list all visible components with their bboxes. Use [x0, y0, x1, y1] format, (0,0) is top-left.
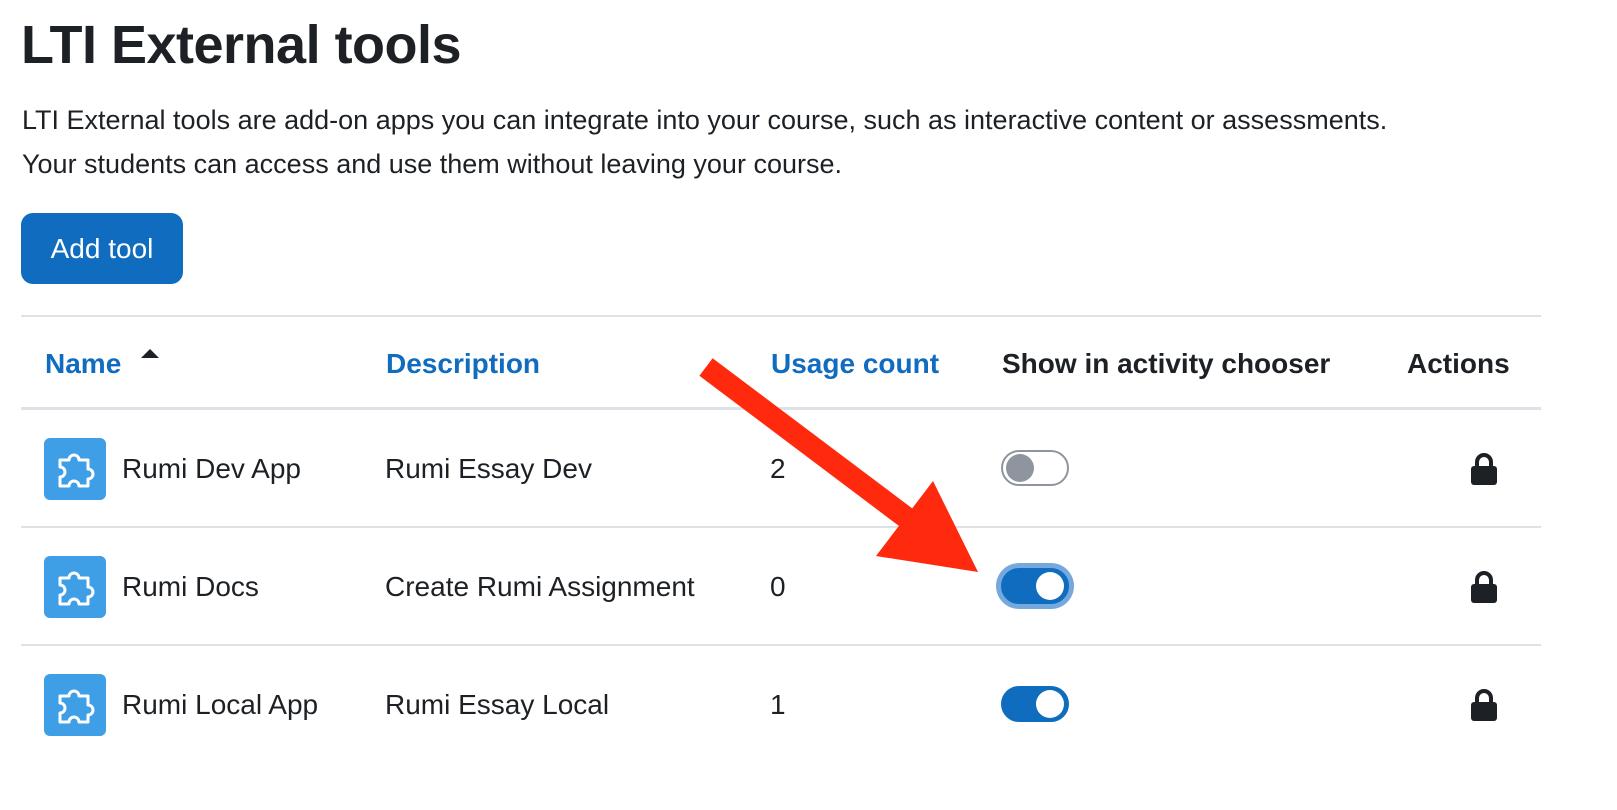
description-line-2: Your students can access and use them wi…	[22, 149, 842, 179]
puzzle-icon-glyph	[58, 571, 95, 606]
tool-name: Rumi Docs	[122, 571, 259, 602]
lti-external-tools-page: LTI External tools LTI External tools ar…	[0, 0, 1617, 810]
toggle-knob	[1006, 454, 1034, 482]
puzzle-icon	[44, 438, 106, 500]
page-description: LTI External tools are add-on apps you c…	[22, 98, 1387, 186]
tool-usage-count: 0	[770, 571, 786, 602]
show-in-chooser-toggle[interactable]	[1001, 686, 1069, 722]
description-line-1: LTI External tools are add-on apps you c…	[22, 105, 1388, 135]
lock-icon	[1469, 452, 1499, 491]
show-in-chooser-toggle[interactable]	[1001, 568, 1069, 604]
tool-usage-count: 2	[770, 453, 786, 484]
lock-icon	[1469, 570, 1499, 609]
header-actions: Actions	[1407, 348, 1510, 379]
header-name-sort-link[interactable]: Name	[45, 348, 121, 380]
puzzle-icon	[44, 556, 106, 618]
add-tool-button[interactable]: Add tool	[21, 213, 183, 284]
header-show-in-activity-chooser: Show in activity chooser	[1002, 348, 1331, 379]
lock-icon	[1469, 688, 1499, 727]
toggle-knob	[1036, 572, 1064, 600]
table-row: Rumi Docs Create Rumi Assignment 0	[21, 528, 1541, 646]
tool-usage-count: 1	[770, 689, 786, 720]
tool-description: Create Rumi Assignment	[385, 571, 695, 602]
header-description-sort-link[interactable]: Description	[386, 348, 540, 380]
table-row: Rumi Local App Rumi Essay Local 1	[21, 646, 1541, 764]
puzzle-icon	[44, 674, 106, 736]
sort-ascending-icon	[141, 349, 159, 358]
show-in-chooser-toggle[interactable]	[1001, 450, 1069, 486]
toggle-knob	[1036, 690, 1064, 718]
header-usage-count-sort-link[interactable]: Usage count	[771, 348, 939, 380]
puzzle-icon-glyph	[58, 689, 95, 724]
tool-description: Rumi Essay Local	[385, 689, 610, 720]
puzzle-icon-glyph	[58, 453, 95, 488]
table-row: Rumi Dev App Rumi Essay Dev 2	[21, 410, 1541, 528]
tool-name: Rumi Local App	[122, 689, 319, 720]
tool-name: Rumi Dev App	[122, 453, 301, 484]
table-header-row: Name Description Usage count Show in act…	[21, 315, 1541, 410]
page-title: LTI External tools	[21, 15, 462, 75]
tool-description: Rumi Essay Dev	[385, 453, 592, 484]
